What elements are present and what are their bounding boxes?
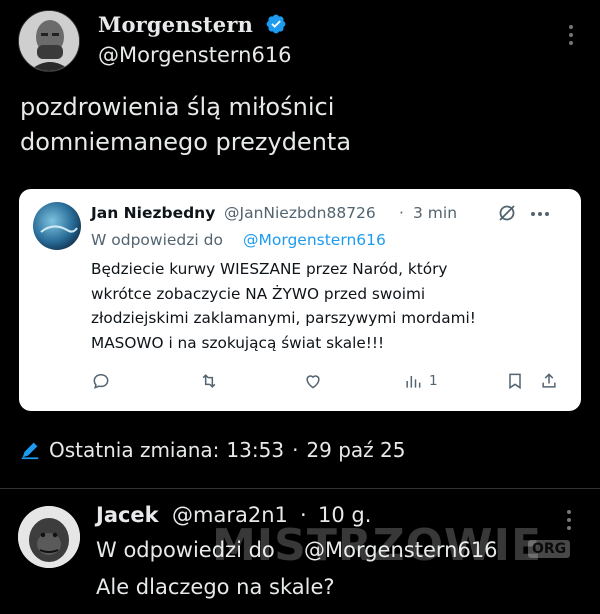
edit-pencil-icon bbox=[21, 442, 39, 460]
separator-dot: · bbox=[399, 204, 404, 222]
quoted-author-name[interactable]: Jan Niezbedny bbox=[91, 204, 215, 222]
separator-dot: · bbox=[300, 503, 307, 527]
grok-icon[interactable] bbox=[497, 203, 517, 223]
reply-author-name[interactable]: Jacek bbox=[96, 503, 159, 527]
analytics-icon bbox=[406, 376, 421, 388]
post-text: pozdrowienia ślą miłośnici domniemanego … bbox=[20, 93, 352, 156]
quoted-timestamp[interactable]: 3 min bbox=[413, 204, 457, 222]
reply-tweet[interactable]: Jacek @mara2n1 · 10 g. W odpowiedzi do @… bbox=[0, 489, 600, 614]
quoted-reply-to-handle[interactable]: @Morgenstern616 bbox=[243, 231, 386, 249]
reply-to-handle[interactable]: @Morgenstern616 bbox=[304, 538, 498, 562]
verified-badge-icon bbox=[266, 14, 286, 34]
reply-more-options-icon[interactable] bbox=[566, 509, 572, 531]
author-handle[interactable]: @Morgenstern616 bbox=[98, 43, 292, 67]
bookmark-icon bbox=[509, 373, 521, 390]
share-button[interactable] bbox=[539, 370, 559, 392]
reply-to-label: W odpowiedzi do bbox=[96, 538, 275, 562]
reply-author-avatar[interactable] bbox=[18, 506, 80, 568]
post-header: Morgenstern @Morgenstern616 bbox=[18, 10, 582, 72]
quoted-reply-to-label: W odpowiedzi do bbox=[91, 231, 223, 249]
reply-text: Ale dlaczego na skale? bbox=[96, 575, 335, 599]
avatar[interactable] bbox=[18, 10, 80, 72]
edit-date: 29 paź 25 bbox=[306, 438, 406, 462]
edit-time: 13:53 bbox=[226, 438, 285, 462]
heart-icon bbox=[306, 375, 320, 389]
reply-icon bbox=[93, 373, 109, 389]
reply-timestamp[interactable]: 10 g. bbox=[318, 503, 371, 527]
quoted-action-bar: 1 bbox=[91, 370, 561, 392]
reply-button[interactable] bbox=[91, 370, 111, 392]
last-edited-info[interactable]: Ostatnia zmiana: 13:53 · 29 paź 25 bbox=[19, 436, 405, 464]
share-icon bbox=[542, 373, 556, 388]
views-button[interactable]: 1 bbox=[403, 370, 438, 392]
separator-dot: · bbox=[292, 438, 299, 462]
bookmark-button[interactable] bbox=[505, 370, 525, 392]
repost-icon bbox=[202, 374, 216, 388]
repost-button[interactable] bbox=[199, 370, 219, 392]
quoted-more-options-icon[interactable] bbox=[530, 211, 550, 217]
quoted-author-avatar[interactable] bbox=[33, 202, 81, 250]
like-button[interactable] bbox=[303, 370, 323, 392]
quoted-tweet-card[interactable]: Jan Niezbedny @JanNiezbdn88726 · 3 min W… bbox=[19, 189, 581, 411]
reply-author-handle[interactable]: @mara2n1 bbox=[172, 503, 288, 527]
more-options-icon[interactable] bbox=[568, 24, 574, 46]
quoted-author-handle[interactable]: @JanNiezbdn88726 bbox=[224, 204, 376, 222]
views-count: 1 bbox=[429, 373, 438, 389]
edit-label: Ostatnia zmiana: bbox=[49, 438, 220, 462]
author-name[interactable]: Morgenstern bbox=[98, 12, 253, 37]
quoted-tweet-text: Będziecie kurwy WIESZANE przez Naród, kt… bbox=[91, 260, 476, 352]
